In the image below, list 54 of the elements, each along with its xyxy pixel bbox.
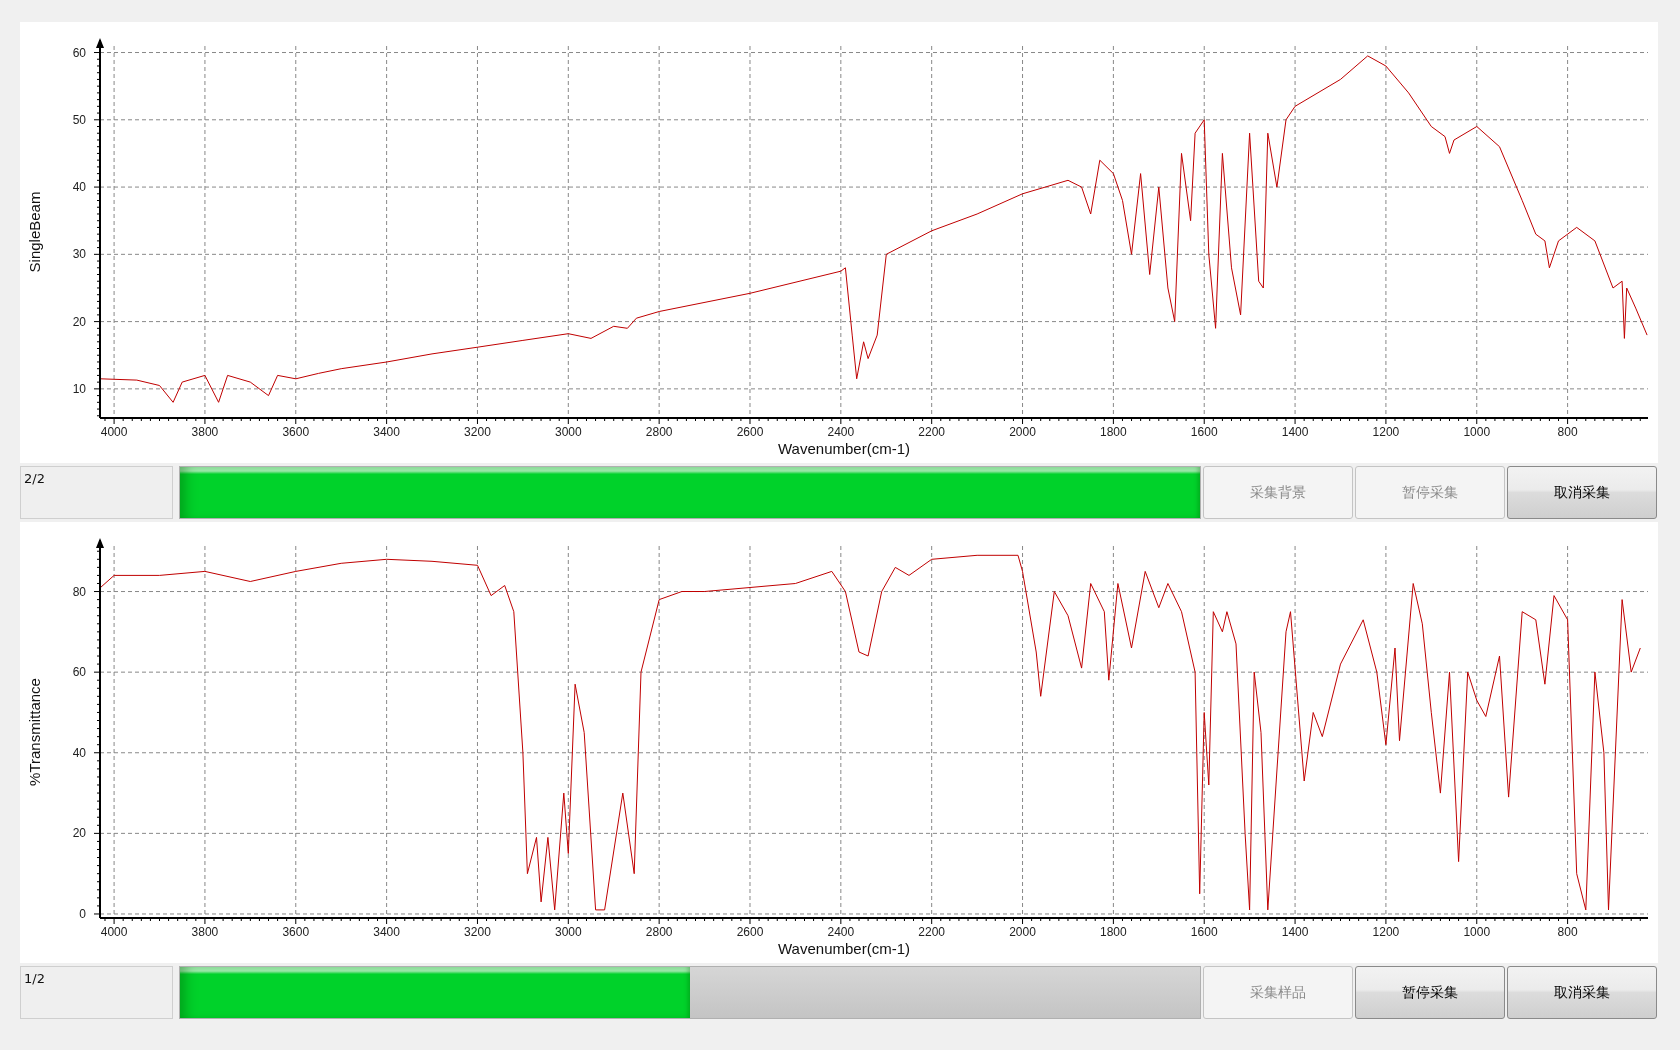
tick-label: 2600 [736, 425, 764, 439]
action-button[interactable]: 暂停采集 [1355, 966, 1505, 1019]
axis-title: %Transmittance [26, 678, 43, 786]
tick-label: 1600 [1190, 425, 1218, 439]
tick-label: 20 [72, 314, 86, 329]
action-button[interactable]: 取消采集 [1507, 466, 1657, 519]
tick-label: 2000 [1009, 925, 1036, 939]
tick-label: 3400 [373, 925, 400, 939]
tick-label: 30 [72, 247, 86, 262]
tick-label: 800 [1557, 425, 1578, 439]
tick-label: 60 [72, 665, 86, 680]
tick-label: 1000 [1463, 925, 1491, 939]
tick-label: 2600 [736, 925, 764, 939]
tick-label: 2200 [918, 425, 946, 439]
progress-label: 2/2 [20, 466, 173, 519]
tick-label: 800 [1557, 925, 1578, 939]
tick-label: 4000 [100, 925, 128, 939]
tick-label: 3000 [554, 925, 582, 939]
tick-label: 2200 [918, 925, 946, 939]
tick-label: 2800 [645, 425, 673, 439]
tick-label: 3200 [464, 925, 491, 939]
tick-label: 2400 [827, 925, 855, 939]
tick-label: 60 [72, 45, 86, 60]
tick-label: 2400 [827, 425, 855, 439]
tick-label: 80 [72, 584, 86, 599]
axis-title: SingleBeam [26, 191, 43, 273]
tick-label: 2000 [1009, 425, 1036, 439]
tick-label: 1200 [1372, 425, 1400, 439]
tick-label: 1200 [1372, 925, 1400, 939]
tick-label: 3200 [464, 425, 491, 439]
tick-label: 50 [72, 112, 86, 127]
axis-title: Wavenumber(cm-1) [778, 440, 910, 457]
tick-label: 1400 [1281, 425, 1309, 439]
tick-label: 1400 [1281, 925, 1309, 939]
tick-label: 3000 [554, 425, 582, 439]
tick-label: 3800 [191, 925, 219, 939]
tick-label: 4000 [100, 425, 128, 439]
tick-label: 10 [72, 381, 86, 396]
progress-label: 1/2 [20, 966, 173, 1019]
tick-label: 3800 [191, 425, 219, 439]
tick-label: 3600 [282, 925, 310, 939]
axis-title: Wavenumber(cm-1) [778, 940, 910, 957]
tick-label: 1800 [1100, 425, 1127, 439]
tick-label: 40 [72, 180, 86, 195]
tick-label: 1800 [1100, 925, 1127, 939]
tick-label: 2800 [645, 925, 673, 939]
tick-label: 1000 [1463, 425, 1491, 439]
tick-label: 3400 [373, 425, 400, 439]
tick-label: 1600 [1190, 925, 1218, 939]
tick-label: 3600 [282, 425, 310, 439]
action-button[interactable]: 取消采集 [1507, 966, 1657, 1019]
tick-label: 20 [72, 826, 86, 841]
tick-label: 0 [79, 906, 86, 921]
tick-label: 40 [72, 745, 86, 760]
